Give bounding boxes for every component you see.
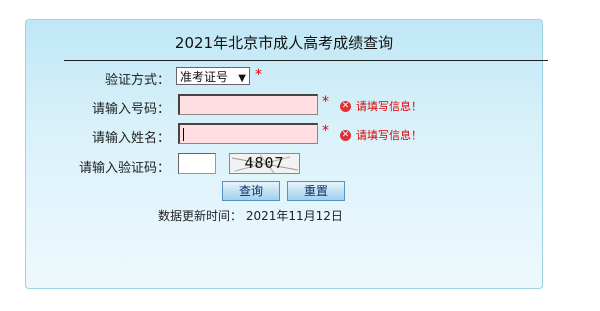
name-label: 请输入姓名： (91, 131, 170, 146)
number-error-text: 请填写信息！ (356, 100, 422, 113)
error-icon: ✕ (340, 100, 351, 112)
required-mark: * (322, 123, 329, 139)
captcha-text: 4807 (244, 154, 285, 172)
name-error-text: 请填写信息！ (356, 129, 422, 142)
captcha-label: 请输入验证码： (78, 161, 170, 176)
query-button[interactable]: 查询 (222, 181, 280, 201)
captcha-input[interactable] (178, 153, 216, 174)
chevron-down-icon: ▼ (238, 73, 246, 84)
error-icon: ✕ (340, 129, 351, 141)
reset-button[interactable]: 重置 (287, 181, 345, 201)
captcha-image[interactable]: 4807 (229, 153, 300, 174)
verify-method-value: 准考证号 (180, 70, 229, 84)
text-caret (183, 128, 184, 141)
number-error: ✕ 请填写信息！ (340, 98, 422, 114)
update-time: 数据更新时间： 2021年11月12日 (158, 209, 343, 223)
number-input[interactable] (178, 94, 318, 115)
page-title: 2021年北京市成人高考成绩查询 (174, 34, 394, 52)
required-mark: * (322, 94, 329, 110)
verify-method-select[interactable]: 准考证号 ▼ (176, 67, 250, 85)
title-divider (64, 60, 548, 61)
name-error: ✕ 请填写信息！ (340, 127, 422, 143)
verify-method-label: 验证方式： (104, 73, 170, 88)
required-mark: * (255, 67, 262, 83)
name-input[interactable] (178, 123, 318, 144)
number-label: 请输入号码： (91, 102, 170, 117)
